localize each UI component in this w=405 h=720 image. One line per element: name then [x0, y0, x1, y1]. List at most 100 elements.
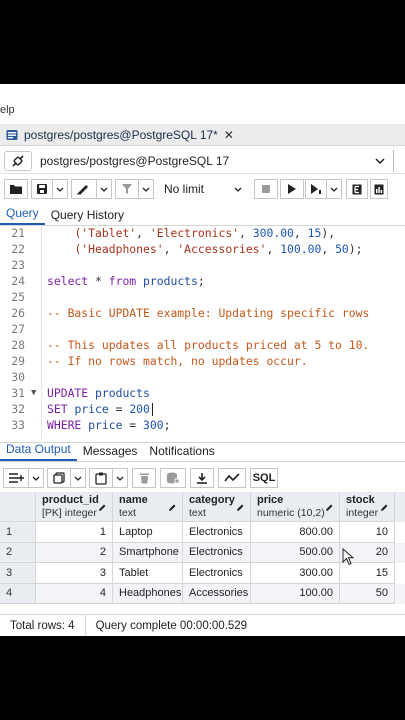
graph-visualiser-button[interactable]	[218, 468, 246, 488]
edit-column-icon[interactable]	[168, 503, 177, 512]
row-number[interactable]: 4	[0, 583, 36, 604]
plug-icon	[12, 154, 24, 167]
table-cell[interactable]: 4	[36, 583, 113, 604]
table-cell[interactable]: Smartphone	[113, 542, 183, 563]
paste-options-dropdown[interactable]	[112, 468, 128, 488]
code-token: 200	[129, 402, 150, 416]
column-header-price[interactable]: price numeric (10,2)	[251, 492, 340, 522]
table-cell[interactable]: 100.00	[251, 583, 340, 604]
table-cell[interactable]: Laptop	[113, 522, 183, 543]
code-token: ,	[321, 242, 336, 256]
code-token: ;	[163, 418, 171, 432]
connection-status-icon[interactable]	[4, 150, 32, 171]
table-cell[interactable]: Electronics	[183, 563, 251, 584]
edit-column-icon[interactable]	[380, 503, 389, 512]
connection-select[interactable]: postgres/postgres@PostgreSQL 17	[36, 150, 391, 172]
code-text: select * from products;	[47, 273, 205, 289]
paste-button[interactable]	[89, 468, 113, 488]
fold-toggle-icon[interactable]: ▼	[31, 385, 36, 401]
code-text: ('Headphones', 'Accessories', 100.00, 50…	[47, 241, 363, 257]
code-text: -- This updates all products priced at 5…	[47, 337, 369, 353]
edit-column-icon[interactable]	[98, 503, 107, 512]
table-cell[interactable]: Accessories	[183, 583, 251, 604]
table-cell[interactable]: Tablet	[113, 563, 183, 584]
sql-editor[interactable]: 21 ('Tablet', 'Electronics', 300.00, 15)…	[0, 227, 405, 439]
column-header-category[interactable]: category text	[183, 492, 251, 522]
column-header-product-id[interactable]: product_id [PK] integer	[36, 492, 113, 522]
column-header-stock[interactable]: stock integer	[340, 492, 395, 522]
edit-options-dropdown[interactable]	[96, 179, 112, 199]
tab-query-history[interactable]: Query History	[45, 208, 130, 225]
download-button[interactable]	[190, 468, 214, 488]
tab-data-output[interactable]: Data Output	[0, 442, 77, 461]
copy-button[interactable]	[47, 468, 71, 488]
table-cell[interactable]: Headphones	[113, 583, 183, 604]
save-options-dropdown[interactable]	[52, 179, 68, 199]
filter-options-dropdown[interactable]	[138, 179, 154, 199]
tab-messages[interactable]: Messages	[77, 444, 144, 461]
execute-options-dropdown[interactable]	[326, 179, 342, 199]
line-number: 33	[11, 418, 25, 432]
stop-button[interactable]	[254, 179, 278, 199]
code-token: ,	[163, 242, 178, 256]
chevron-down-icon	[142, 187, 150, 192]
table-row[interactable]: 4 4 Headphones Accessories 100.00 50	[0, 583, 405, 604]
save-data-button[interactable]	[160, 468, 186, 488]
code-token: -- Basic UPDATE example: Updating specif…	[47, 306, 370, 320]
tab-query[interactable]: Query	[0, 206, 45, 225]
tab-notifications[interactable]: Notifications	[143, 444, 220, 461]
row-number[interactable]: 1	[0, 522, 36, 543]
table-cell[interactable]: 3	[36, 563, 113, 584]
table-row[interactable]: 3 3 Tablet Electronics 300.00 15	[0, 563, 405, 584]
row-number[interactable]: 2	[0, 542, 36, 563]
edit-column-icon[interactable]	[236, 503, 245, 512]
table-row[interactable]: 1 1 Laptop Electronics 800.00 10	[0, 522, 405, 543]
menu-help-fragment[interactable]: elp	[0, 104, 15, 116]
code-line: 27	[0, 321, 405, 337]
table-cell[interactable]: 50	[340, 583, 395, 604]
code-text: WHERE price = 300;	[47, 417, 170, 433]
table-cell[interactable]: 300.00	[251, 563, 340, 584]
save-file-button[interactable]	[31, 179, 53, 199]
select-all-corner[interactable]	[0, 492, 36, 522]
table-cell[interactable]: 2	[36, 542, 113, 563]
code-line: 33 WHERE price = 300;	[0, 417, 405, 433]
table-cell[interactable]: Electronics	[183, 522, 251, 543]
query-tool-icon	[6, 129, 18, 140]
row-number[interactable]: 3	[0, 563, 36, 584]
table-cell[interactable]: 800.00	[251, 522, 340, 543]
add-row-dropdown[interactable]	[28, 468, 44, 488]
table-cell[interactable]: 1	[36, 522, 113, 543]
filter-button[interactable]	[115, 179, 139, 199]
explain-analyze-button[interactable]	[370, 179, 388, 199]
delete-row-button[interactable]	[132, 468, 156, 488]
grid-header-row: product_id [PK] integer name text category te…	[0, 492, 405, 522]
code-token: 15	[307, 227, 322, 240]
line-number: 22	[11, 242, 25, 256]
code-token: );	[348, 242, 363, 256]
edit-button[interactable]	[71, 179, 97, 199]
column-type: [PK] integer	[42, 506, 97, 519]
code-token: products	[95, 386, 150, 400]
execute-script-button[interactable]	[305, 179, 327, 199]
line-chart-icon	[224, 473, 240, 482]
edit-column-icon[interactable]	[325, 503, 334, 512]
close-tab-icon[interactable]: ✕	[224, 128, 234, 142]
table-cell[interactable]: 10	[340, 522, 395, 543]
table-cell[interactable]: 500.00	[251, 542, 340, 563]
row-limit-select[interactable]: No limit	[160, 179, 246, 199]
query-tab-title[interactable]: postgres/postgres@PostgreSQL 17*	[24, 128, 218, 142]
database-save-icon	[167, 472, 180, 484]
execute-button[interactable]	[280, 179, 304, 199]
table-cell[interactable]: Electronics	[183, 542, 251, 563]
table-cell[interactable]: 15	[340, 563, 395, 584]
open-file-button[interactable]	[4, 179, 28, 199]
explain-button[interactable]	[346, 179, 368, 199]
copy-options-dropdown[interactable]	[70, 468, 86, 488]
query-complete-label: Query complete 00:00:00.529	[95, 619, 248, 632]
add-row-button[interactable]	[3, 468, 29, 488]
sql-button[interactable]: SQL	[250, 468, 278, 488]
column-header-name[interactable]: name text	[113, 492, 183, 522]
code-token: *	[88, 274, 109, 288]
